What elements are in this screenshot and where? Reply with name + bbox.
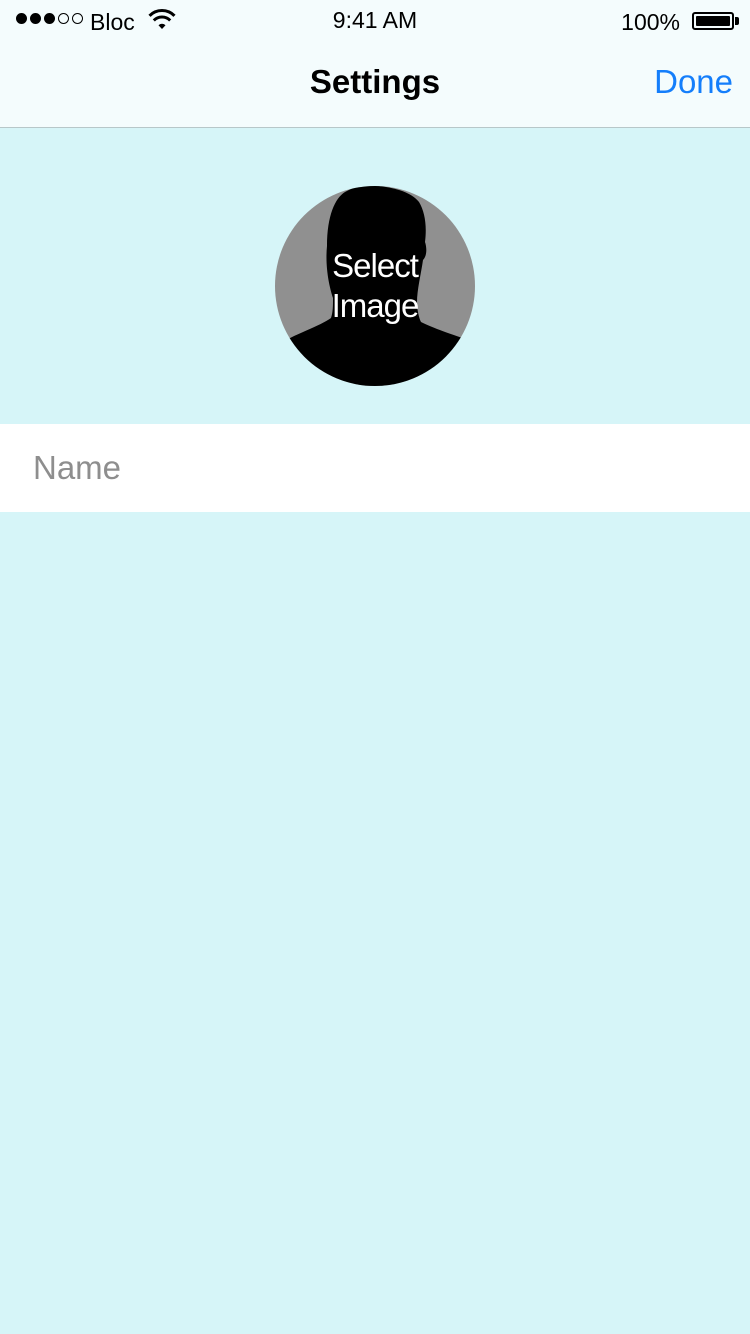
done-button[interactable]: Done	[654, 63, 733, 101]
status-bar: Bloc 9:41 AM 100%	[0, 0, 750, 40]
name-row	[0, 424, 750, 512]
battery-tip	[735, 17, 739, 25]
battery-percent: 100%	[621, 9, 680, 35]
select-image-label: Select Image	[331, 247, 420, 324]
page-title: Settings	[309, 63, 441, 100]
name-input[interactable]	[33, 424, 723, 512]
navigation-bar: Bloc 9:41 AM 100% Settings Done	[0, 0, 750, 128]
select-image-button[interactable]: Select Image	[275, 186, 475, 386]
battery-level	[696, 16, 730, 26]
battery-icon	[692, 12, 734, 30]
